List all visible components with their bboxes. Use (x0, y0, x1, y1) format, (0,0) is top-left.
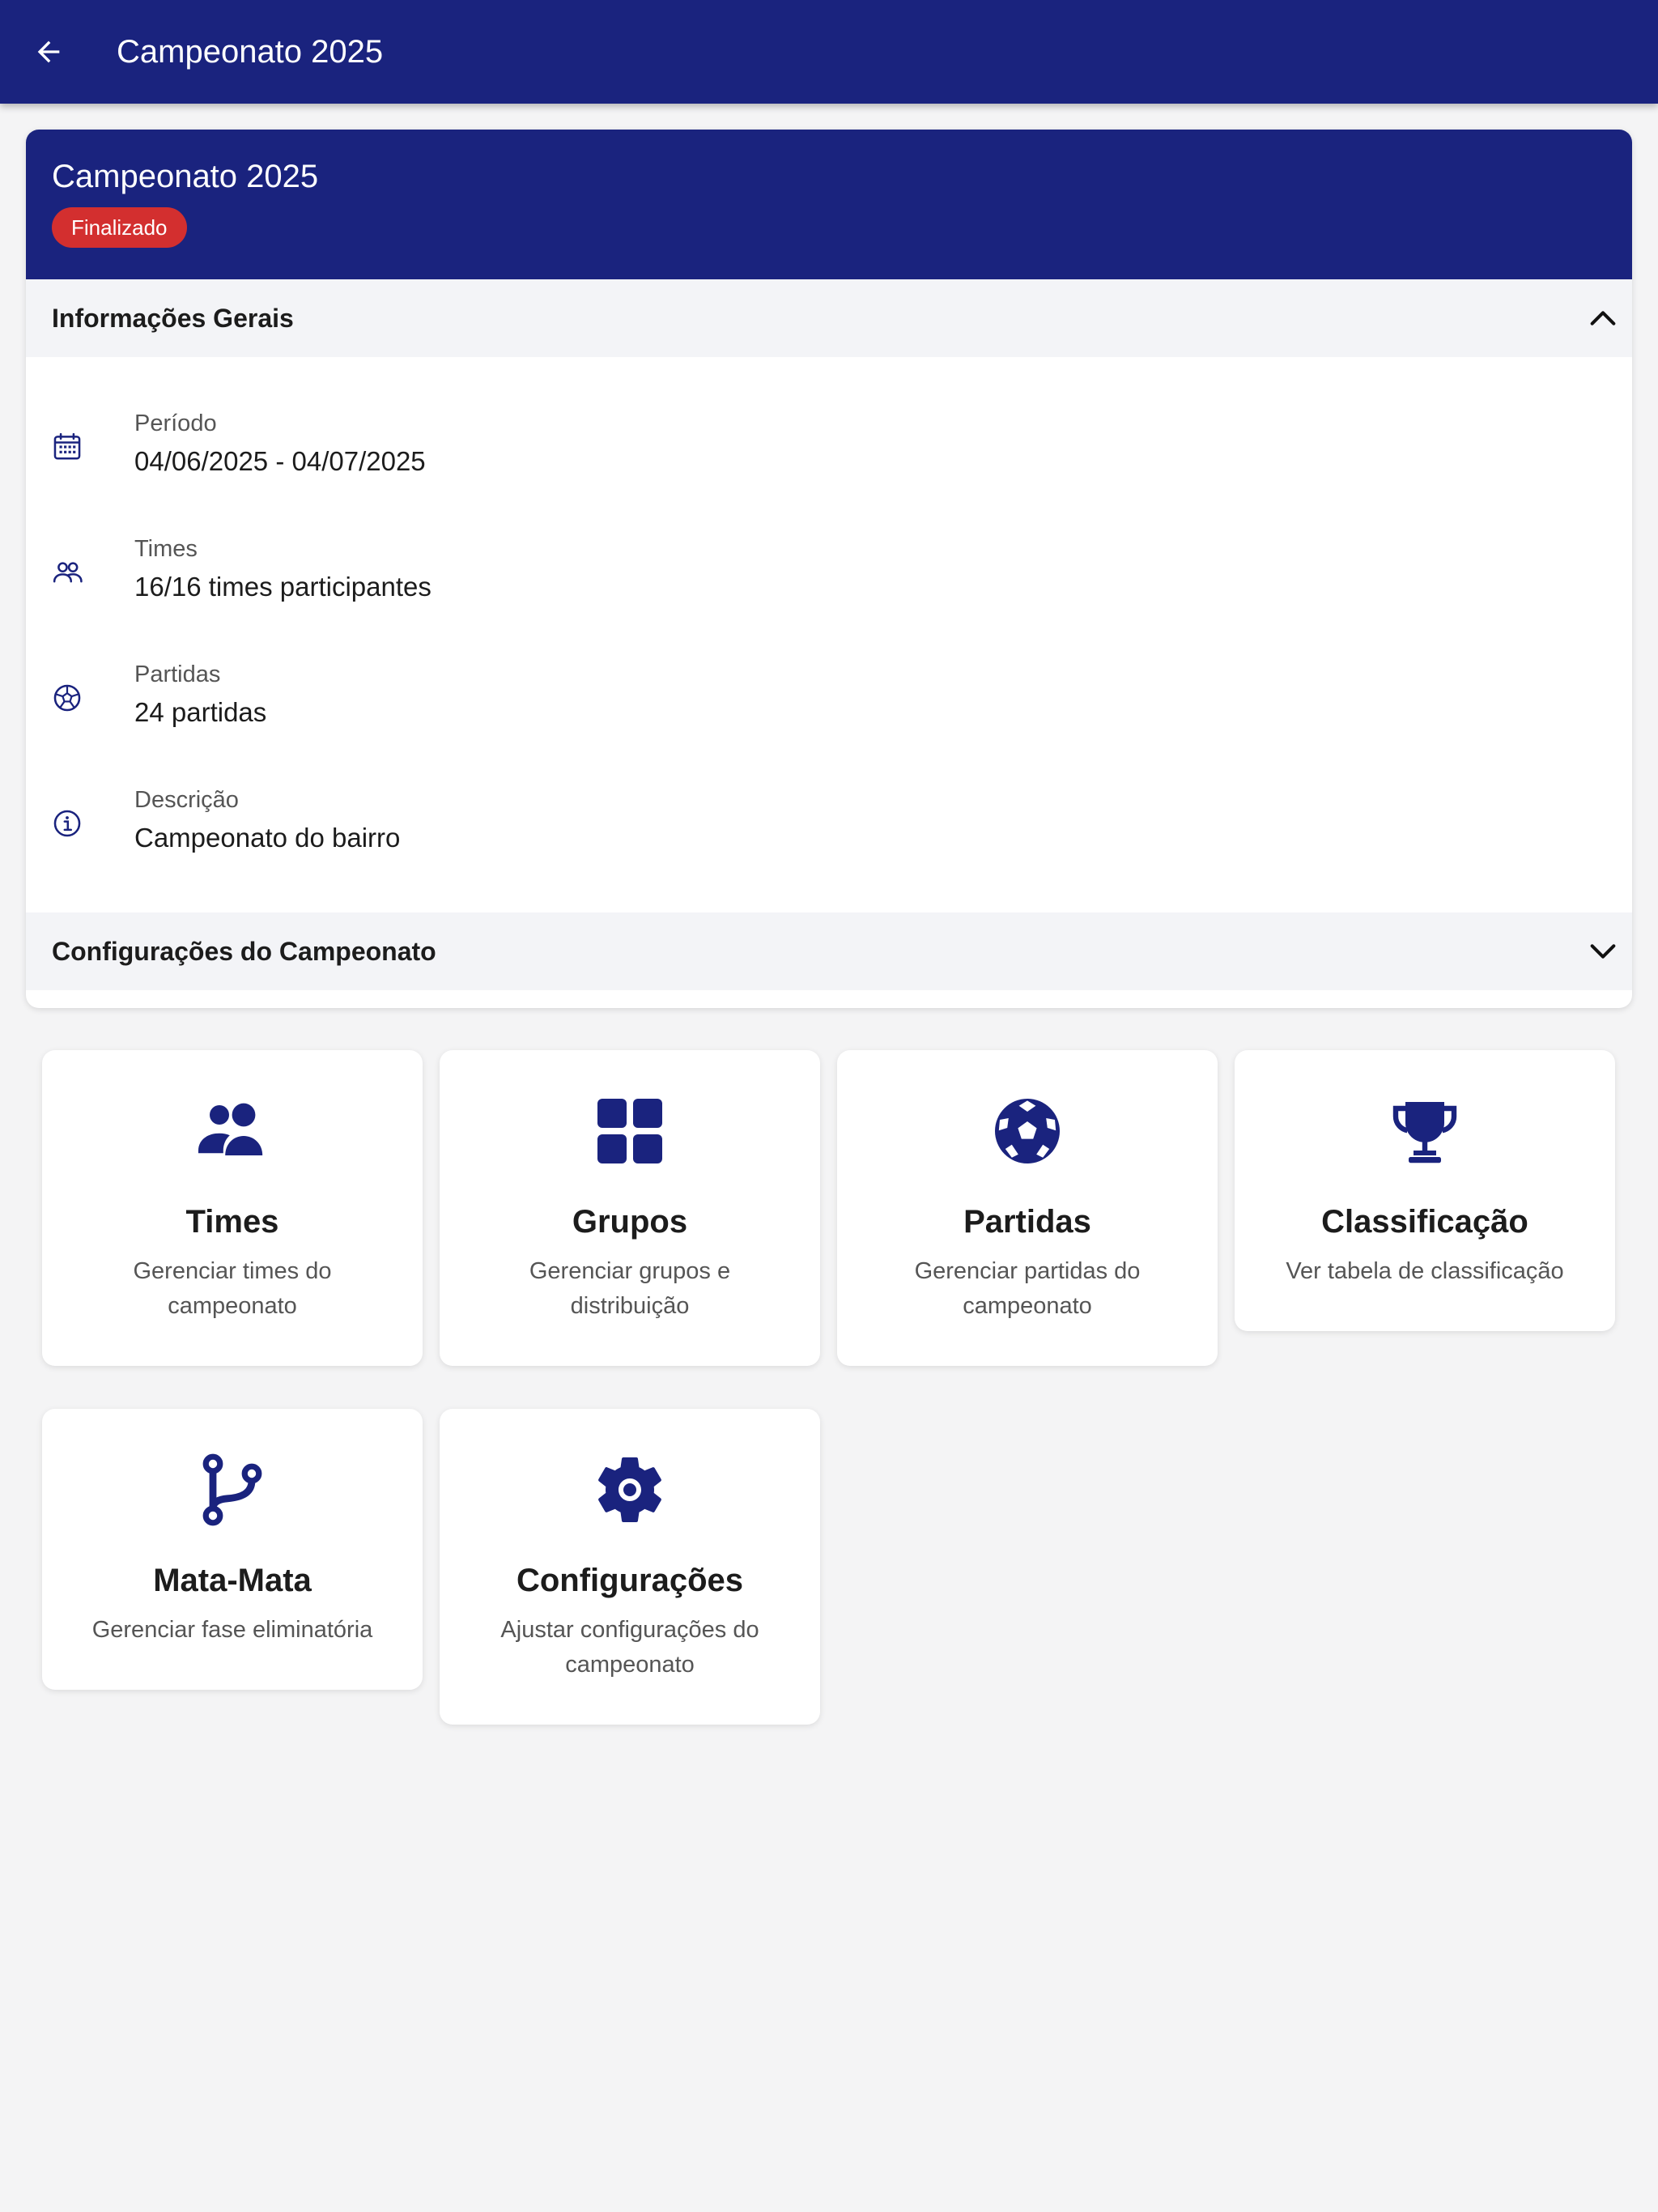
tile-configuracoes[interactable]: Configurações Ajustar configurações do c… (440, 1409, 820, 1725)
period-label: Período (134, 410, 217, 436)
teams-label: Times (134, 536, 198, 562)
teams-value: 16/16 times participantes (134, 572, 432, 602)
tile-grupos[interactable]: Grupos Gerenciar grupos e distribuição (440, 1050, 820, 1366)
chevron-up-icon (1590, 311, 1616, 325)
period-value: 04/06/2025 - 04/07/2025 (134, 446, 426, 476)
tile-title: Times (185, 1204, 279, 1240)
teams-icon (193, 1092, 271, 1170)
tile-title: Classificação (1321, 1204, 1528, 1240)
championship-info-card: Campeonato 2025 Finalizado Informações G… (26, 130, 1632, 1008)
info-row-period: Período 04/06/2025 - 04/07/2025 (26, 402, 1632, 491)
gear-icon (591, 1451, 669, 1529)
tile-description: Ver tabela de classificação (1286, 1258, 1564, 1284)
app-bar: Campeonato 2025 (0, 0, 1658, 104)
tile-mata-mata[interactable]: Mata-Mata Gerenciar fase eliminatória (42, 1409, 423, 1690)
grid-icon (591, 1092, 669, 1170)
tile-title: Grupos (572, 1204, 688, 1240)
tile-description: Gerenciar partidas do campeonato (914, 1258, 1141, 1319)
championship-title: Campeonato 2025 (52, 159, 319, 194)
matches-label: Partidas (134, 661, 221, 687)
users-icon (53, 562, 83, 583)
page-title: Campeonato 2025 (117, 34, 384, 70)
info-icon (53, 810, 81, 837)
calendar-icon (53, 432, 81, 460)
tile-classificacao[interactable]: Classificação Ver tabela de classificaçã… (1235, 1050, 1615, 1331)
tile-description: Gerenciar times do campeonato (133, 1258, 332, 1319)
settings-section-header[interactable]: Configurações do Campeonato (26, 912, 1632, 990)
tile-times[interactable]: Times Gerenciar times do campeonato (42, 1050, 423, 1366)
tile-partidas[interactable]: Partidas Gerenciar partidas do campeonat… (837, 1050, 1218, 1366)
branch-icon (193, 1451, 271, 1529)
general-info-title: Informações Gerais (52, 304, 294, 333)
tile-title: Configurações (516, 1563, 744, 1598)
tile-title: Mata-Mata (153, 1563, 312, 1598)
tile-description: Gerenciar fase eliminatória (91, 1617, 373, 1643)
chevron-down-icon (1590, 944, 1616, 959)
general-info-header[interactable]: Informações Gerais (26, 279, 1632, 357)
back-button[interactable] (19, 23, 78, 81)
status-badge: Finalizado (52, 207, 187, 248)
matches-value: 24 partidas (134, 697, 267, 727)
arrow-left-icon (37, 40, 60, 63)
tile-description: Ajustar configurações do campeonato (500, 1617, 759, 1678)
description-label: Descrição (134, 787, 239, 813)
info-row-teams: Times 16/16 times participantes (26, 528, 1632, 617)
settings-section-title: Configurações do Campeonato (52, 937, 436, 966)
info-row-matches: Partidas 24 partidas (26, 653, 1632, 742)
soccer-ball-icon (988, 1092, 1066, 1170)
soccer-ball-icon (53, 684, 81, 712)
trophy-icon (1386, 1092, 1464, 1170)
info-row-description: Descrição Campeonato do bairro (26, 779, 1632, 868)
general-info-body: Período 04/06/2025 - 04/07/2025 Times 16… (26, 357, 1632, 912)
description-value: Campeonato do bairro (134, 823, 401, 853)
card-header: Campeonato 2025 Finalizado (26, 130, 1632, 279)
tile-title: Partidas (963, 1204, 1091, 1240)
tile-description: Gerenciar grupos e distribuição (529, 1258, 731, 1319)
